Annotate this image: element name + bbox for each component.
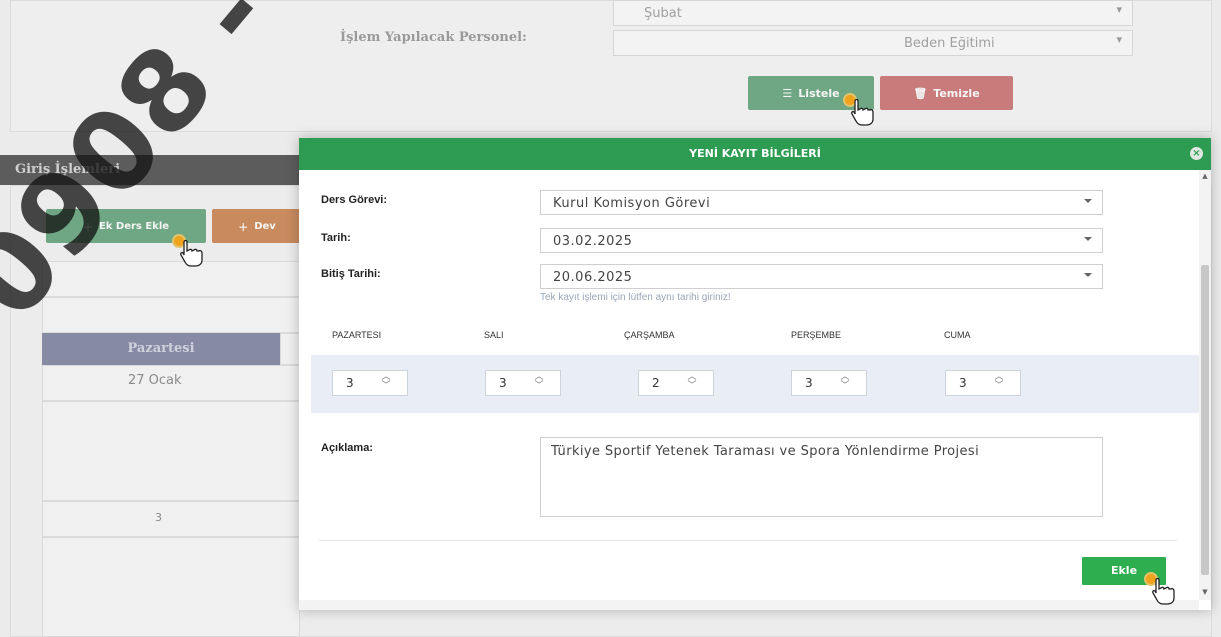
- stepper-arrows-icon[interactable]: ︿ ﹀: [840, 373, 850, 393]
- dropdown-arrow-icon: [1084, 273, 1092, 277]
- dropdown-arrow-icon: [1084, 237, 1092, 241]
- stepper-arrows-icon[interactable]: ︿ ﹀: [381, 373, 391, 393]
- sali-stepper[interactable]: 3 ︿ ﹀: [485, 370, 561, 396]
- section-title: Giriş İşlemleri: [0, 155, 300, 185]
- cuma-stepper[interactable]: 3 ︿ ﹀: [945, 370, 1021, 396]
- hand-pointer-icon: [172, 234, 203, 267]
- hand-pointer-icon: [1144, 572, 1175, 605]
- vertical-scrollbar[interactable]: ▲ ▼: [1199, 170, 1211, 600]
- modal-title: YENİ KAYIT BİLGİLERİ: [689, 147, 821, 160]
- bitis-tarihi-label: Bitiş Tarihi:: [321, 268, 381, 280]
- horizontal-scrollbar[interactable]: [299, 600, 1199, 610]
- tarih-label: Tarih:: [321, 232, 351, 244]
- cuma-value: 3: [959, 376, 967, 390]
- day-label-persembe: PERŞEMBE: [791, 330, 842, 340]
- plus-icon: ＋: [82, 222, 93, 234]
- list-button-label: Listele: [798, 86, 840, 100]
- clear-button[interactable]: 🗑 Temizle: [880, 76, 1013, 110]
- divider: [319, 540, 1177, 541]
- hand-pointer-icon: [843, 93, 874, 126]
- table-cell: [42, 297, 300, 333]
- table-cell: [42, 537, 300, 637]
- chevron-down-icon: ▾: [1116, 3, 1122, 16]
- carsamba-value: 2: [652, 376, 660, 390]
- new-record-modal: YENİ KAYIT BİLGİLERİ × Ders Görevi: Kuru…: [299, 138, 1211, 610]
- list-icon: ☰: [782, 86, 793, 100]
- persembe-stepper[interactable]: 3 ︿ ﹀: [791, 370, 867, 396]
- day-label-cuma: CUMA: [944, 330, 971, 340]
- stepper-arrows-icon[interactable]: ︿ ﹀: [994, 373, 1004, 393]
- cell-value: 3: [155, 511, 162, 524]
- day-column-header: Pazartesi: [42, 333, 280, 365]
- secondary-button-label: Dev: [254, 220, 276, 232]
- tarih-value: 03.02.2025: [553, 234, 633, 249]
- clear-button-label: Temizle: [933, 86, 980, 100]
- ders-gorevi-select[interactable]: Kurul Komisyon Görevi: [540, 190, 1103, 215]
- aciklama-label: Açıklama:: [321, 442, 373, 454]
- stepper-arrows-icon[interactable]: ︿ ﹀: [534, 373, 544, 393]
- scroll-down-icon[interactable]: ▼: [1201, 588, 1209, 596]
- stepper-arrows-icon[interactable]: ︿ ﹀: [687, 373, 697, 393]
- day-date: 27 Ocak: [128, 373, 182, 388]
- table-cell: [42, 261, 300, 297]
- month-select-value: Şubat: [644, 6, 682, 21]
- chevron-down-icon: ▾: [1116, 33, 1122, 46]
- sali-value: 3: [499, 376, 507, 390]
- trash-icon: 🗑: [913, 86, 928, 100]
- dropdown-arrow-icon: [1084, 199, 1092, 203]
- month-select[interactable]: Şubat ▾: [613, 0, 1133, 26]
- ders-gorevi-label: Ders Görevi:: [321, 194, 388, 206]
- day-label-carsamba: ÇARŞAMBA: [624, 330, 675, 340]
- modal-header: YENİ KAYIT BİLGİLERİ ×: [299, 138, 1211, 170]
- plus-icon: ＋: [238, 222, 249, 234]
- modal-body: Ders Görevi: Kurul Komisyon Görevi Tarih…: [299, 170, 1199, 600]
- day-column-header-text: Pazartesi: [127, 341, 195, 356]
- aciklama-textarea[interactable]: Türkiye Sportif Yetenek Taraması ve Spor…: [540, 437, 1103, 517]
- personnel-select-value: Beden Eğitimi: [904, 36, 995, 51]
- persembe-value: 3: [805, 376, 813, 390]
- add-extra-lesson-label: Ek Ders Ekle: [98, 220, 170, 232]
- day-label-sali: SALI: [484, 330, 504, 340]
- scroll-up-icon[interactable]: ▲: [1201, 172, 1209, 180]
- bitis-tarihi-select[interactable]: 20.06.2025: [540, 264, 1103, 289]
- pazartesi-stepper[interactable]: 3 ︿ ﹀: [332, 370, 408, 396]
- table-cell: [280, 333, 300, 365]
- date-hint: Tek kayıt işlemi için lütfen aynı tarihi…: [540, 292, 731, 303]
- personnel-label: İşlem Yapılacak Personel:: [340, 30, 527, 45]
- day-label-pazartesi: PAZARTESI: [332, 330, 382, 340]
- ders-gorevi-value: Kurul Komisyon Görevi: [553, 196, 711, 211]
- secondary-button[interactable]: ＋ Dev: [212, 209, 302, 243]
- pazartesi-value: 3: [346, 376, 354, 390]
- close-icon[interactable]: ×: [1190, 147, 1203, 160]
- days-band: [311, 355, 1199, 413]
- bitis-tarihi-value: 20.06.2025: [553, 270, 633, 285]
- section-title-text: Giriş İşlemleri: [15, 162, 121, 177]
- table-cell: [42, 401, 300, 501]
- tarih-select[interactable]: 03.02.2025: [540, 228, 1103, 253]
- carsamba-stepper[interactable]: 2 ︿ ﹀: [638, 370, 714, 396]
- scroll-thumb[interactable]: [1201, 265, 1209, 575]
- table-cell: [42, 501, 300, 537]
- personnel-select[interactable]: Beden Eğitimi ▾: [613, 30, 1133, 56]
